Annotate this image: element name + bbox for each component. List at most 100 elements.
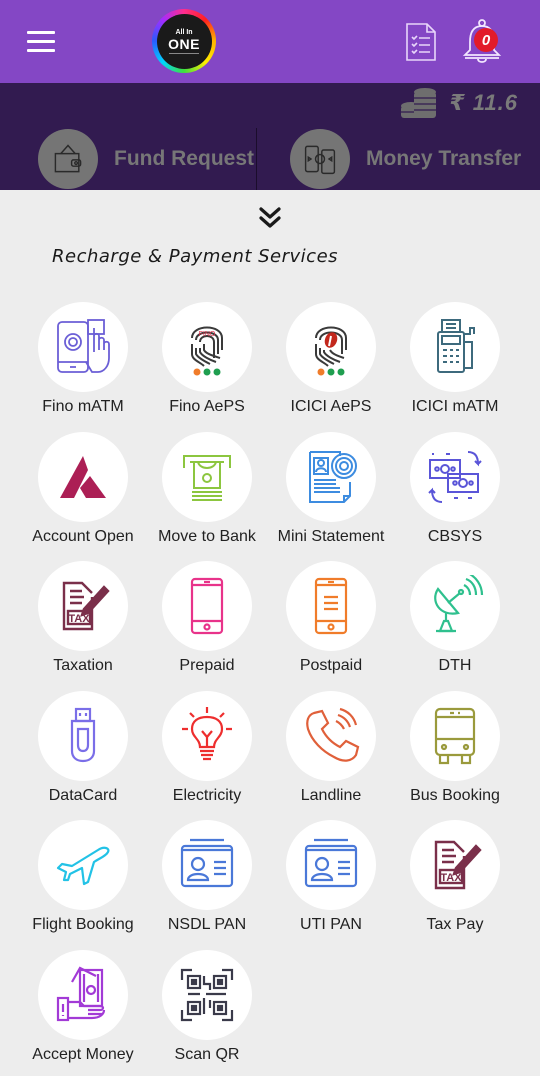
- service-label: Account Open: [32, 527, 134, 545]
- service-label: Taxation: [53, 657, 113, 674]
- double-chevron-down-icon[interactable]: [257, 204, 283, 232]
- svg-text:TAX: TAX: [68, 613, 90, 625]
- smartphone-icon: [190, 577, 224, 635]
- service-uti-pan[interactable]: UTI PAN: [269, 820, 393, 950]
- usb-drive-icon: [70, 707, 96, 762]
- service-icon-circle: [38, 431, 128, 522]
- money-exchange-icon: [428, 450, 482, 503]
- service-icon-circle: [38, 949, 128, 1040]
- service-move-to-bank[interactable]: Move to Bank: [145, 431, 269, 562]
- service-icon-circle: [162, 431, 252, 522]
- services-grid: Fino mATM FINO Fino AePS ICICI AePS ICIC…: [21, 302, 517, 1076]
- app-logo: All In ONE: [152, 9, 216, 73]
- service-icon-circle: [410, 302, 500, 392]
- service-icici-matm[interactable]: ICICI mATM: [393, 302, 517, 432]
- svg-text:TAX: TAX: [440, 872, 462, 884]
- tax-form-icon: TAX: [62, 581, 110, 631]
- phone-transfer-icon: [290, 129, 350, 189]
- money-transfer-button[interactable]: Money Transfer: [290, 128, 521, 190]
- service-label: Electricity: [172, 786, 242, 804]
- service-icon-circle: TAX: [410, 820, 500, 910]
- pos-terminal-icon: [437, 319, 475, 373]
- light-bulb-icon: [182, 706, 232, 760]
- service-icici-aeps[interactable]: ICICI AePS: [269, 302, 393, 432]
- service-prepaid[interactable]: Prepaid: [145, 561, 269, 691]
- service-postpaid[interactable]: Postpaid: [269, 561, 393, 691]
- service-label: Postpaid: [299, 657, 363, 674]
- service-label: Landline: [300, 786, 362, 804]
- bus-icon: [434, 707, 476, 764]
- service-label: Fino AePS: [169, 398, 245, 415]
- service-cbsys[interactable]: CBSYS: [393, 431, 517, 562]
- logo-main-text: ONE: [168, 35, 200, 52]
- fingerprint-phone-icon: [57, 319, 110, 373]
- service-label: DTH: [438, 657, 472, 674]
- fingerprint-icici-icon: [315, 326, 347, 376]
- svg-text:FINO: FINO: [199, 331, 216, 338]
- service-icon-circle: [162, 949, 252, 1040]
- service-icon-circle: [38, 302, 128, 392]
- section-title: Recharge & Payment Services: [52, 246, 339, 267]
- coins-stack-icon: [401, 88, 437, 118]
- service-icon-circle: [410, 561, 500, 651]
- service-flight-booking[interactable]: Flight Booking: [21, 820, 145, 950]
- document-checklist-icon[interactable]: [404, 22, 438, 62]
- service-fino-aeps[interactable]: FINO Fino AePS: [145, 302, 269, 432]
- hand-cash-icon: [56, 966, 106, 1021]
- service-label: Bus Booking: [410, 786, 500, 804]
- service-nsdl-pan[interactable]: NSDL PAN: [145, 820, 269, 950]
- service-icon-circle: [162, 561, 252, 651]
- tax-form-icon: TAX: [434, 840, 482, 890]
- service-label: Scan QR: [174, 1045, 240, 1063]
- statement-fingerprint-icon: [309, 450, 357, 503]
- service-icon-circle: [286, 431, 376, 522]
- app-screen: All In ONE 0 ₹ 11.6 Fund Request Money T…: [0, 0, 540, 1076]
- service-label: UTI PAN: [300, 916, 362, 933]
- service-label: Move to Bank: [158, 527, 256, 545]
- service-bus-booking[interactable]: Bus Booking: [393, 690, 517, 821]
- service-icon-circle: [410, 690, 500, 781]
- service-fino-matm[interactable]: Fino mATM: [21, 302, 145, 432]
- hamburger-menu-icon[interactable]: [27, 30, 57, 52]
- wallet-icon: [38, 129, 98, 189]
- service-icon-circle: [38, 820, 128, 910]
- money-transfer-label: Money Transfer: [366, 147, 522, 170]
- service-label: ICICI AePS: [290, 398, 372, 415]
- service-landline[interactable]: Landline: [269, 690, 393, 821]
- service-label: CBSYS: [427, 527, 483, 545]
- service-label: Accept Money: [32, 1045, 134, 1063]
- service-taxation[interactable]: TAX Taxation: [21, 561, 145, 691]
- axis-bank-icon: [60, 455, 106, 498]
- wallet-balance[interactable]: ₹ 11.6: [399, 86, 518, 120]
- balance-amount: ₹ 11.6: [449, 90, 518, 115]
- notification-badge: 0: [474, 28, 498, 52]
- service-datacard[interactable]: DataCard: [21, 690, 145, 821]
- service-label: Flight Booking: [32, 916, 134, 933]
- service-label: ICICI mATM: [411, 398, 499, 415]
- fund-request-button[interactable]: Fund Request: [38, 128, 254, 190]
- service-label: Tax Pay: [426, 916, 484, 933]
- service-icon-circle: [162, 690, 252, 781]
- service-accept-money[interactable]: Accept Money: [21, 949, 145, 1076]
- atm-cash-icon: [183, 454, 231, 501]
- id-card-icon: [180, 838, 234, 888]
- fund-request-label: Fund Request: [114, 147, 254, 170]
- service-dth[interactable]: DTH: [393, 561, 517, 691]
- fingerprint-fino-icon: FINO: [191, 326, 223, 376]
- service-icon-circle: [38, 690, 128, 781]
- service-scan-qr[interactable]: Scan QR: [145, 949, 269, 1076]
- id-card-icon: [304, 838, 358, 888]
- service-icon-circle: [286, 820, 376, 910]
- smartphone-bill-icon: [314, 577, 348, 635]
- qr-code-icon: [180, 968, 234, 1021]
- telephone-icon: [306, 707, 360, 762]
- airplane-icon: [56, 846, 110, 886]
- service-label: Mini Statement: [277, 527, 385, 545]
- service-icon-circle: [410, 431, 500, 522]
- service-mini-statement[interactable]: Mini Statement: [269, 431, 393, 562]
- service-label: Prepaid: [179, 657, 235, 674]
- service-tax-pay[interactable]: TAX Tax Pay: [393, 820, 517, 950]
- service-electricity[interactable]: Electricity: [145, 690, 269, 821]
- quick-actions-divider: [256, 128, 257, 190]
- service-account-open[interactable]: Account Open: [21, 431, 145, 562]
